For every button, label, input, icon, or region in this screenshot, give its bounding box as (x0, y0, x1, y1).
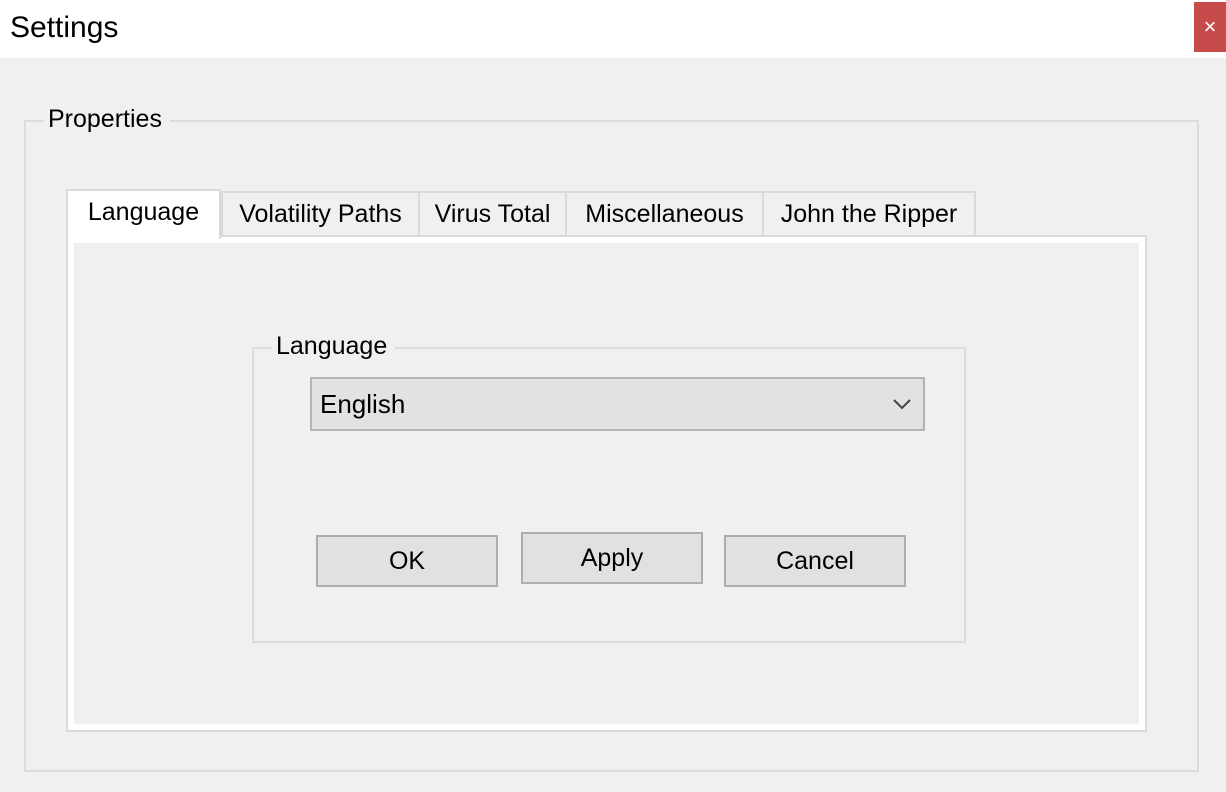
language-dropdown[interactable]: English (310, 377, 925, 431)
tab-label: Miscellaneous (585, 200, 744, 228)
cancel-button[interactable]: Cancel (724, 535, 906, 587)
tab-volatility-paths[interactable]: Volatility Paths (221, 191, 420, 235)
tab-virus-total[interactable]: Virus Total (418, 191, 567, 235)
window-title: Settings (10, 11, 119, 44)
tab-john-the-ripper[interactable]: John the Ripper (762, 191, 976, 235)
properties-legend: Properties (44, 104, 170, 134)
ok-button[interactable]: OK (316, 535, 498, 587)
tab-language[interactable]: Language (66, 189, 221, 239)
tab-label: Volatility Paths (239, 200, 402, 228)
language-legend: Language (272, 331, 396, 361)
tab-panel-content: Language English OK Apply Cancel (74, 243, 1139, 724)
title-bar: Settings × (0, 0, 1226, 58)
tab-label: John the Ripper (780, 200, 958, 228)
language-dropdown-value: English (320, 389, 406, 419)
apply-button[interactable]: Apply (521, 532, 703, 584)
dialog-body: Properties Language Volatility Paths Vir… (0, 58, 1226, 792)
tab-miscellaneous[interactable]: Miscellaneous (565, 191, 764, 235)
chevron-down-icon (893, 399, 911, 410)
tab-label: Virus Total (434, 200, 551, 228)
close-button[interactable]: × (1194, 2, 1226, 52)
close-icon: × (1203, 14, 1217, 39)
tab-label: Language (87, 198, 200, 226)
tab-panel-language: Language English OK Apply Cancel (66, 235, 1147, 732)
language-group: Language English OK Apply Cancel (252, 331, 966, 643)
